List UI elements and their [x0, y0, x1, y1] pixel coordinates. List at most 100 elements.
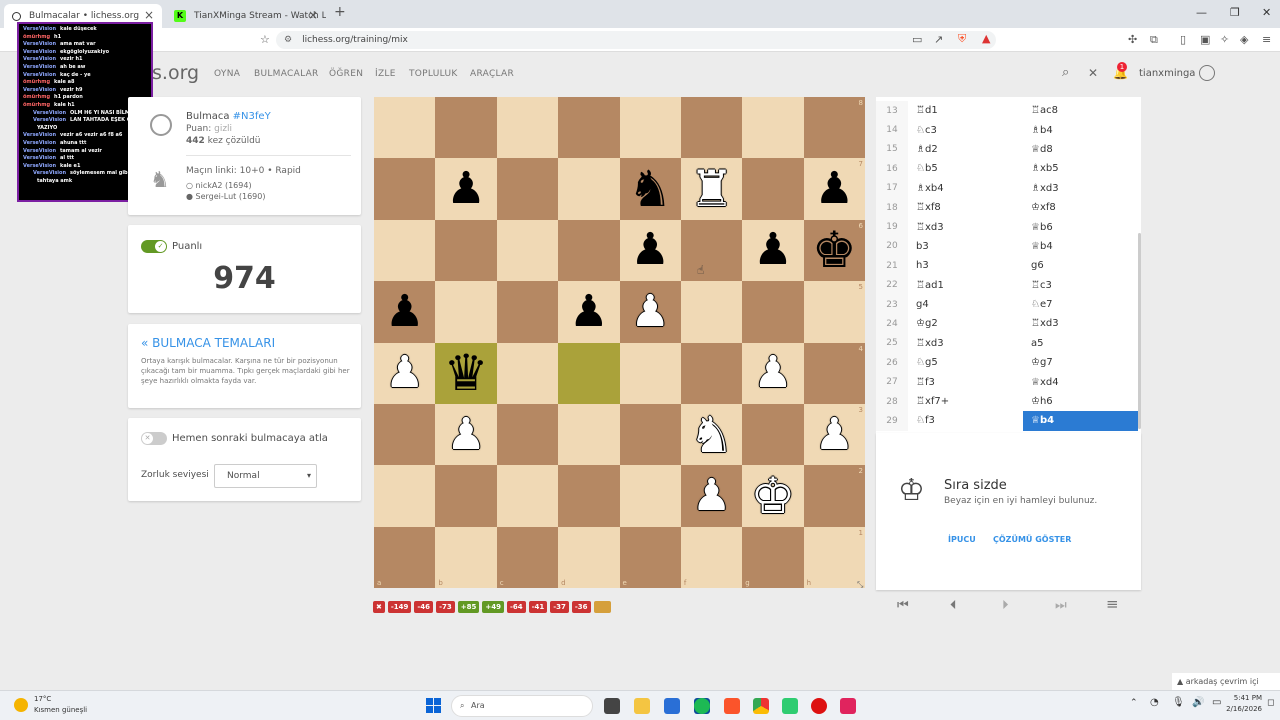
- white-move[interactable]: ♖f3: [908, 377, 1023, 388]
- board-square-d6[interactable]: [558, 219, 620, 282]
- white-player[interactable]: nickA2 (1694): [196, 181, 252, 190]
- tools-icon[interactable]: ✕: [1088, 66, 1098, 80]
- board-square-f2[interactable]: ♟: [680, 465, 743, 527]
- black-move[interactable]: ♘e7: [1023, 295, 1138, 314]
- board-square-b4[interactable]: ♛: [435, 342, 497, 404]
- board-square-h8[interactable]: 8: [803, 97, 865, 159]
- black-move[interactable]: ♕xd4: [1023, 372, 1138, 391]
- tray-chevron-icon[interactable]: ⌃: [1130, 698, 1138, 708]
- clock-time[interactable]: 5:41 PM: [1226, 694, 1262, 702]
- username-link[interactable]: tianxminga: [1139, 68, 1195, 79]
- white-move[interactable]: ♘c3: [908, 125, 1023, 136]
- white-move[interactable]: g4: [908, 299, 1023, 310]
- history-puzzle-badge[interactable]: +85: [457, 601, 480, 613]
- nav-learn[interactable]: ÖĞREN: [329, 69, 363, 79]
- board-square-b3[interactable]: ♟: [435, 403, 497, 466]
- white-king-icon[interactable]: ♚: [751, 471, 796, 521]
- history-puzzle-badge[interactable]: +49: [482, 601, 504, 613]
- board-square-a3[interactable]: [374, 403, 436, 466]
- friends-online-bar[interactable]: ▲ arkadaş çevrim içi: [1172, 673, 1280, 690]
- board-square-c2[interactable]: [496, 465, 559, 527]
- white-pawn-icon[interactable]: ♟: [815, 412, 854, 457]
- board-square-d1[interactable]: d: [558, 526, 620, 588]
- board-square-e4[interactable]: [619, 342, 681, 404]
- white-move[interactable]: ♗xb4: [908, 183, 1023, 194]
- white-rook-icon[interactable]: ♜: [689, 164, 734, 214]
- white-move[interactable]: h3: [908, 260, 1023, 271]
- brave-icon[interactable]: [724, 698, 740, 714]
- black-pawn-icon[interactable]: ♟: [446, 167, 485, 211]
- board-square-h4[interactable]: 4: [803, 342, 865, 404]
- site-logo-text[interactable]: s.org: [152, 62, 199, 84]
- black-move[interactable]: ♗xd3: [1023, 179, 1138, 198]
- black-move[interactable]: ♖ac8: [1023, 101, 1138, 120]
- avatar-icon[interactable]: [1199, 65, 1215, 81]
- close-tab-icon[interactable]: ×: [144, 8, 154, 22]
- app-red-icon[interactable]: [811, 698, 827, 714]
- board-square-a2[interactable]: [374, 465, 436, 527]
- board-square-c7[interactable]: [496, 158, 559, 220]
- white-pawn-icon[interactable]: ♟: [630, 289, 669, 334]
- board-square-g6[interactable]: ♟: [742, 219, 804, 282]
- white-move[interactable]: ♘f3: [908, 415, 1023, 426]
- search-icon[interactable]: ⌕: [1062, 65, 1069, 80]
- white-move[interactable]: ♖xd3: [908, 338, 1023, 349]
- game-type[interactable]: 10+0 • Rapid: [240, 166, 301, 176]
- white-move[interactable]: ♖xf8: [908, 202, 1023, 213]
- app-green-icon[interactable]: [782, 698, 798, 714]
- history-puzzle-badge[interactable]: -64: [506, 601, 526, 613]
- board-square-e5[interactable]: ♟: [619, 281, 681, 343]
- black-player[interactable]: Sergei-Lut (1690): [196, 192, 266, 201]
- board-square-e6[interactable]: ♟: [619, 219, 681, 282]
- board-square-g1[interactable]: g: [742, 526, 804, 588]
- nav-play[interactable]: OYNA: [214, 69, 240, 79]
- board-square-f6[interactable]: [680, 219, 743, 282]
- puzzle-id-link[interactable]: #N3feY: [233, 111, 271, 122]
- board-square-f4[interactable]: [680, 342, 743, 404]
- white-move[interactable]: b3: [908, 241, 1023, 252]
- board-square-g4[interactable]: ♟: [742, 342, 804, 404]
- weather-desc[interactable]: Kısmen güneşli: [34, 706, 87, 714]
- history-puzzle-badge[interactable]: -46: [414, 601, 434, 613]
- board-square-d3[interactable]: [558, 403, 620, 466]
- screen-icon[interactable]: ▭: [912, 33, 922, 46]
- board-square-a7[interactable]: [374, 158, 436, 220]
- black-pawn-icon[interactable]: ♟: [753, 228, 792, 272]
- board-square-h1[interactable]: 1h: [803, 526, 865, 588]
- board-square-d5[interactable]: ♟: [558, 281, 620, 343]
- black-move[interactable]: ♕b4: [1023, 237, 1138, 256]
- url-field[interactable]: ⚙ lichess.org/training/mix: [276, 31, 996, 49]
- chrome-like-icon[interactable]: [753, 698, 769, 714]
- board-square-c3[interactable]: [496, 403, 559, 466]
- white-move[interactable]: ♖xd3: [908, 222, 1023, 233]
- history-puzzle-badge[interactable]: -41: [528, 601, 548, 613]
- analysis-menu-icon[interactable]: ≡: [1106, 595, 1119, 613]
- board-square-c8[interactable]: [496, 97, 559, 159]
- board-square-g2[interactable]: ♚: [742, 465, 804, 527]
- board-square-f5[interactable]: [680, 281, 743, 343]
- board-square-d4[interactable]: [558, 342, 620, 404]
- tab-kick[interactable]: K TianXMinga Stream - Watch Live on ×: [166, 4, 326, 28]
- white-move[interactable]: ♖xf7+: [908, 396, 1023, 407]
- board-square-h7[interactable]: ♟ 7: [803, 158, 865, 220]
- nav-tools[interactable]: ARAÇLAR: [470, 69, 514, 79]
- board-square-b6[interactable]: [435, 219, 497, 282]
- black-move[interactable]: ♖xd3: [1023, 314, 1138, 333]
- board-square-f8[interactable]: [680, 97, 743, 159]
- board-square-f1[interactable]: f: [680, 526, 743, 588]
- black-move[interactable]: g6: [1023, 256, 1138, 275]
- black-knight-icon[interactable]: ♞: [628, 164, 673, 214]
- share-icon[interactable]: ↗: [934, 33, 943, 46]
- window-close-icon[interactable]: ✕: [1262, 6, 1271, 19]
- board-square-f7[interactable]: ♜: [680, 158, 743, 220]
- wallet-icon[interactable]: ▣: [1200, 33, 1210, 46]
- prev-move-icon[interactable]: ⏴: [950, 598, 957, 613]
- history-puzzle-badge[interactable]: -73: [436, 601, 455, 613]
- bookmark-icon[interactable]: ☆: [260, 33, 270, 46]
- nav-puzzles[interactable]: BULMACALAR: [254, 69, 319, 79]
- board-square-c4[interactable]: [496, 342, 559, 404]
- black-move[interactable]: ♖c3: [1023, 276, 1138, 295]
- board-square-e8[interactable]: [619, 97, 681, 159]
- board-square-e7[interactable]: ♞: [619, 158, 681, 220]
- board-square-a6[interactable]: [374, 219, 436, 282]
